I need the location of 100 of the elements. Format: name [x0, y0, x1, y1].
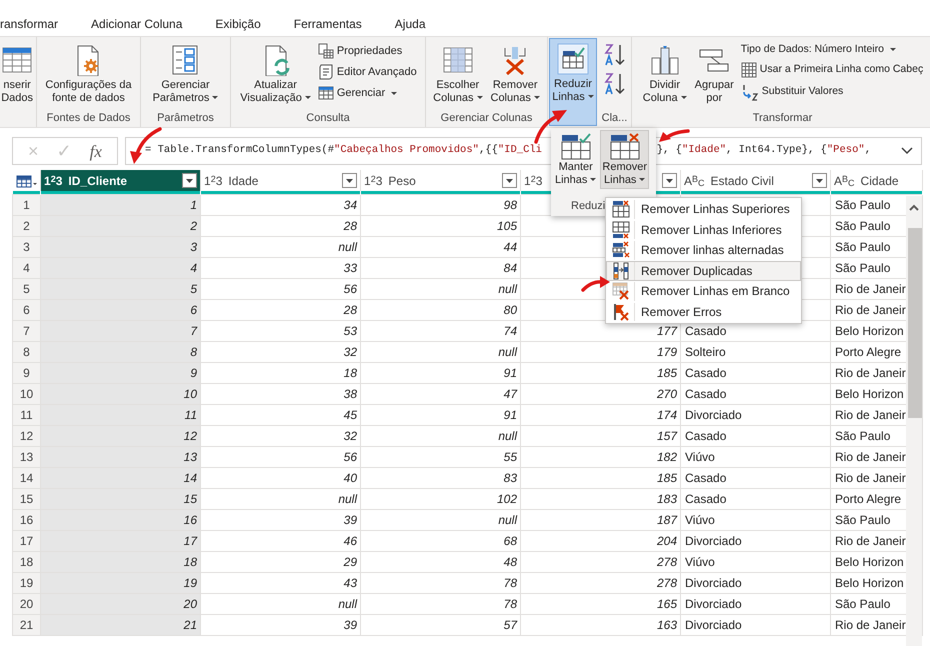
column-name: Estado Civil	[710, 172, 774, 190]
table-cell: Viúvo	[680, 446, 830, 467]
table-cell: 5	[40, 278, 200, 299]
ribbon-button[interactable]: nserir Dados	[0, 39, 34, 106]
table-cell: 21	[40, 614, 200, 635]
group-label: Consulta	[306, 111, 350, 125]
table-cell: 278	[520, 551, 680, 572]
filter-button[interactable]	[812, 173, 827, 188]
table-cell: 18	[200, 362, 360, 383]
type-indicator: 1$^{2}$3	[204, 174, 222, 186]
table-cell: 46	[200, 530, 360, 551]
remove-errors-icon	[612, 302, 630, 321]
filter-button[interactable]	[662, 173, 677, 188]
filter-button[interactable]	[182, 173, 197, 188]
ribbon-button[interactable]: Editor Avançado	[316, 63, 419, 81]
table-cell: Viúvo	[680, 551, 830, 572]
menu-item[interactable]: Remover Linhas Inferiores	[606, 220, 801, 240]
row-number: 6	[12, 299, 40, 320]
table-cell: 14	[40, 467, 200, 488]
type-indicator: 1$^{2}$3	[44, 174, 62, 186]
column-name: Idade	[228, 172, 258, 190]
table-cell: 78	[360, 572, 520, 593]
caret-icon	[186, 178, 193, 182]
row-number: 11	[12, 404, 40, 425]
remove-top-rows-icon	[612, 200, 630, 218]
scrollbar[interactable]	[906, 196, 922, 646]
type-indicator: 1$^{2}$3	[524, 174, 542, 186]
annotation-arrow	[659, 129, 690, 142]
ribbon-button[interactable]: Remover Linhas	[600, 130, 650, 190]
table-cell: 98	[360, 194, 520, 215]
filter-button[interactable]	[502, 173, 517, 188]
sort-ascending-icon[interactable]	[602, 43, 626, 67]
table-cell: 16	[40, 509, 200, 530]
table-cell: 43	[200, 572, 360, 593]
ribbon-tab[interactable]: Ferramentas	[294, 16, 362, 31]
sort-descending-icon[interactable]	[602, 72, 626, 96]
row-number: 7	[12, 320, 40, 341]
ribbon-button[interactable]: Gerenciar Parâmetros	[150, 39, 222, 106]
table-cell: 270	[520, 383, 680, 404]
table-cell: 10	[40, 383, 200, 404]
table-cell: 91	[360, 362, 520, 383]
table-cell: 68	[360, 530, 520, 551]
ribbon-button[interactable]: Escolher Colunas	[430, 39, 486, 106]
ribbon-button[interactable]: Reduzir Linhas	[549, 38, 597, 126]
row-number: 8	[12, 341, 40, 362]
script-icon	[318, 64, 334, 80]
menu-item[interactable]: Remover Linhas em Branco	[606, 281, 801, 302]
table-cell: 105	[360, 215, 520, 236]
table-cell: 38	[200, 383, 360, 404]
remove-alternate-rows-icon	[612, 241, 630, 260]
column-name: Cidade	[860, 172, 899, 190]
table-cell: 18	[40, 551, 200, 572]
scroll-up-icon[interactable]	[909, 204, 919, 211]
table-cell: Divorciado	[680, 404, 830, 425]
ribbon-button[interactable]: Propriedades	[316, 42, 419, 60]
ribbon-button[interactable]: Configurações da fonte de dados	[42, 39, 135, 106]
ribbon-button[interactable]: Agrupar por	[692, 39, 737, 106]
table-cell: 48	[360, 551, 520, 572]
table-cell: 157	[520, 425, 680, 446]
ribbon-button[interactable]: Remover Colunas	[488, 39, 543, 106]
menu-item[interactable]: Remover Duplicadas	[606, 260, 801, 281]
function-button[interactable]: fx	[86, 142, 106, 160]
ribbon-button[interactable]: Atualizar Visualização	[237, 39, 314, 106]
ribbon-button[interactable]: Gerenciar	[316, 84, 419, 102]
row-number: 16	[12, 509, 40, 530]
table-cell: 4	[40, 257, 200, 278]
table-cell: 278	[520, 572, 680, 593]
ribbon-button[interactable]: Usar a Primeira Linha como Cabeç	[738, 60, 926, 79]
chevron-down-icon[interactable]	[901, 147, 913, 155]
table-check-icon	[560, 133, 592, 161]
ribbon-button[interactable]: Tipo de Dados: Número Inteiro	[738, 42, 926, 58]
table-cell: 39	[200, 509, 360, 530]
filter-button[interactable]	[342, 173, 357, 188]
ribbon-tab[interactable]: ransformar	[0, 16, 58, 31]
table-cell: 53	[200, 320, 360, 341]
ribbon-tab[interactable]: Exibição	[215, 16, 261, 31]
table-cell: Divorciado	[680, 530, 830, 551]
ribbon-button[interactable]: Substituir Valores	[738, 82, 926, 102]
row-number: 9	[12, 362, 40, 383]
menu-item[interactable]: Remover Linhas Superiores	[606, 199, 801, 220]
group-label: Cla...	[602, 111, 628, 125]
row-number: 1	[12, 194, 40, 215]
annotation-arrow	[581, 276, 610, 292]
menu-item[interactable]: Remover linhas alternadas	[606, 240, 801, 260]
table-cell: 91	[360, 404, 520, 425]
table-cell: 55	[360, 446, 520, 467]
table-cell: 40	[200, 467, 360, 488]
ribbon-tab[interactable]: Ajuda	[394, 16, 426, 31]
table-menu-icon[interactable]	[16, 174, 38, 188]
table-remove-icon	[608, 133, 641, 161]
ribbon-tab[interactable]: Adicionar Coluna	[91, 16, 182, 31]
row-number: 19	[12, 572, 40, 593]
scrollbar-thumb[interactable]	[908, 228, 922, 418]
table-cell: 11	[40, 404, 200, 425]
table-cell: Viúvo	[680, 509, 830, 530]
type-indicator: 1$^{2}$3	[364, 174, 382, 186]
menu-item[interactable]: Remover Erros	[606, 302, 801, 322]
ribbon-button[interactable]: Dividir Coluna	[640, 39, 690, 106]
caret-icon	[506, 178, 513, 182]
table-cell: 32	[200, 341, 360, 362]
